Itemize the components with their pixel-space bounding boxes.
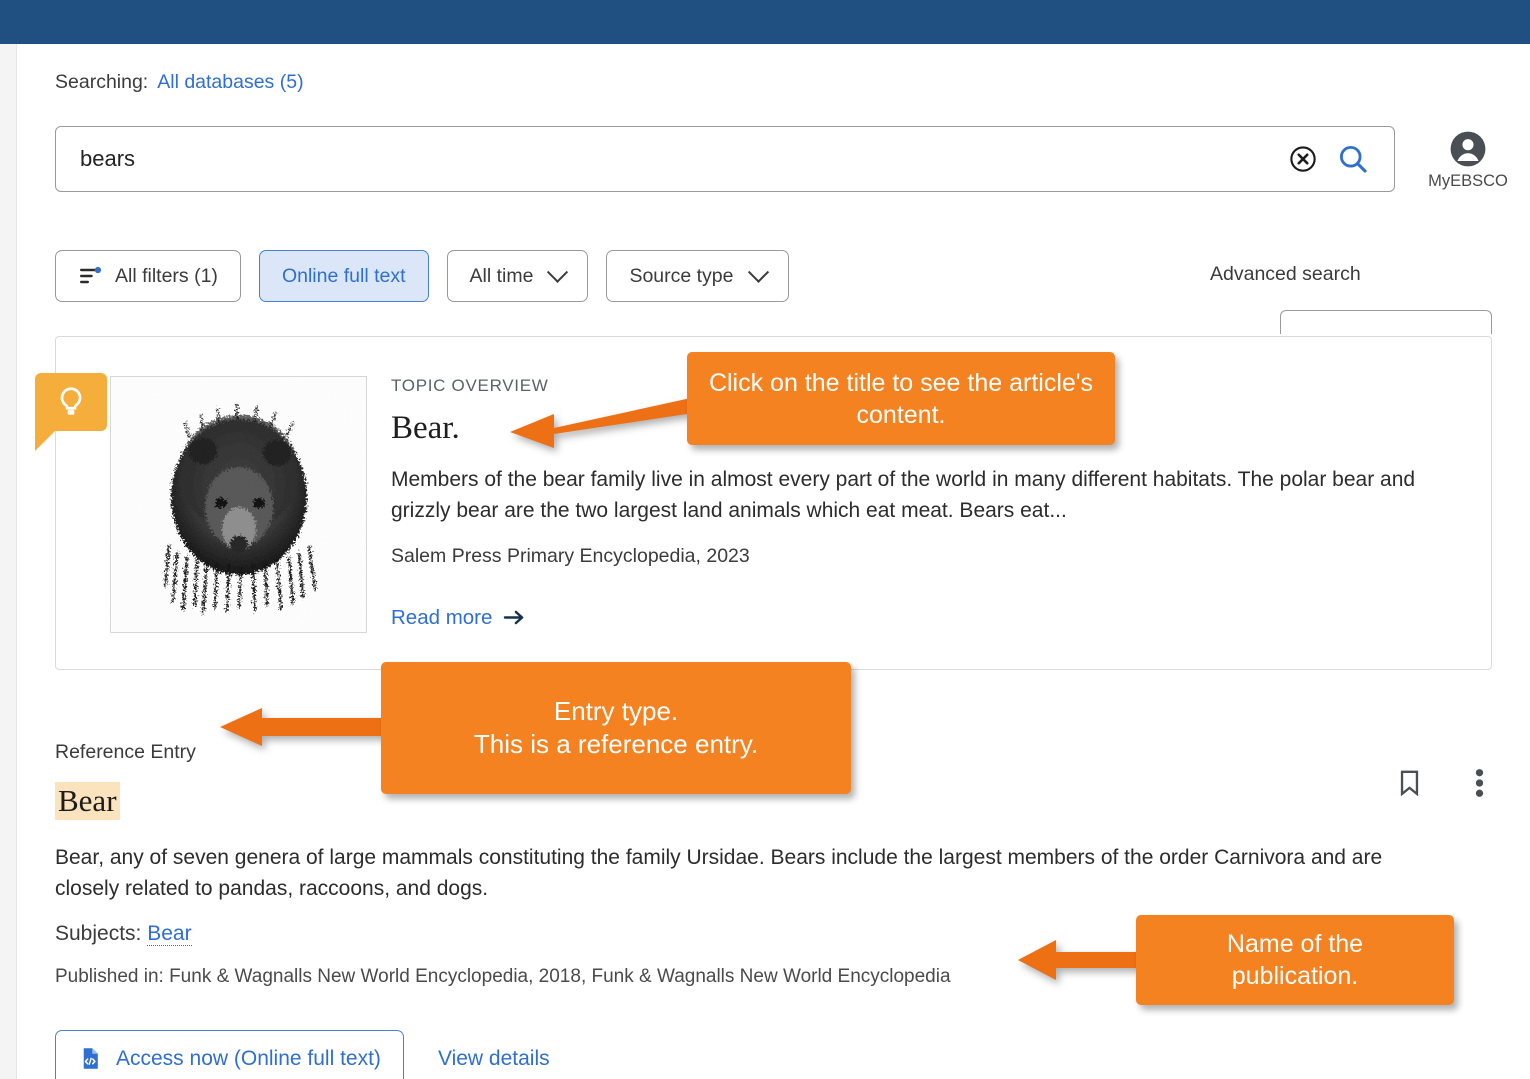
annotation-callout-publication-line1: Name of the bbox=[1226, 930, 1364, 958]
myebsco-account-button[interactable]: MyEBSCO bbox=[1412, 130, 1524, 191]
result-abstract: Bear, any of seven genera of large mamma… bbox=[55, 846, 1383, 901]
annotation-arrow-entry-type bbox=[220, 708, 387, 746]
result-tools bbox=[1392, 766, 1496, 800]
partially-visible-panel bbox=[1280, 310, 1492, 334]
result-title-link[interactable]: Bear bbox=[55, 782, 120, 820]
arrow-right-icon bbox=[504, 610, 524, 625]
ebsco-search-results-page: Searching: All databases (5) bears MyEBS… bbox=[0, 0, 1530, 1079]
access-now-button[interactable]: Access now (Online full text) bbox=[55, 1030, 404, 1079]
search-icon bbox=[1339, 145, 1367, 173]
annotation-callout-title: Click on the title to see the article's … bbox=[687, 352, 1115, 445]
access-now-label: Access now (Online full text) bbox=[116, 1046, 381, 1070]
read-more-link[interactable]: Read more bbox=[391, 606, 526, 630]
searching-scope-row: Searching: All databases (5) bbox=[55, 71, 304, 94]
source-type-filter[interactable]: Source type bbox=[606, 250, 789, 302]
bookmark-button[interactable] bbox=[1392, 766, 1426, 800]
online-full-text-label: Online full text bbox=[281, 264, 406, 287]
lightbulb-icon bbox=[60, 387, 82, 415]
filter-sliders-icon bbox=[80, 266, 102, 284]
more-vertical-icon bbox=[1475, 769, 1483, 797]
more-options-button[interactable] bbox=[1462, 766, 1496, 800]
chevron-down-icon bbox=[547, 261, 569, 283]
view-details-link[interactable]: View details bbox=[438, 1047, 550, 1071]
subjects-label: Subjects: bbox=[55, 922, 142, 946]
all-filters-label: All filters (1) bbox=[115, 264, 218, 287]
annotation-callout-publication-line2: publication. bbox=[1231, 962, 1359, 990]
document-code-icon bbox=[83, 1048, 98, 1069]
annotation-callout-entry-type-line2: This is a reference entry. bbox=[473, 729, 759, 759]
all-time-label: All time bbox=[469, 264, 534, 287]
search-input[interactable] bbox=[56, 146, 1280, 172]
topic-overview-title[interactable]: Bear. bbox=[391, 410, 460, 447]
clear-circle-icon bbox=[1290, 146, 1316, 172]
top-navigation-bar bbox=[0, 0, 1530, 44]
topic-overview-badge bbox=[35, 373, 107, 451]
search-box[interactable] bbox=[55, 126, 1395, 192]
account-avatar-icon bbox=[1450, 131, 1486, 167]
myebsco-label: MyEBSCO bbox=[1428, 172, 1508, 190]
result-action-row: Access now (Online full text) View detai… bbox=[55, 1030, 1492, 1079]
searching-label: Searching: bbox=[55, 71, 149, 93]
bookmark-icon bbox=[1400, 770, 1418, 797]
source-type-label: Source type bbox=[629, 264, 734, 287]
search-submit-button[interactable] bbox=[1330, 136, 1376, 182]
annotation-arrow-publication bbox=[1018, 940, 1148, 980]
topic-overview-description: Members of the bear family live in almos… bbox=[391, 468, 1416, 522]
bear-engraving-image bbox=[111, 377, 366, 632]
all-databases-link[interactable]: All databases (5) bbox=[157, 71, 303, 94]
all-filters-button[interactable]: All filters (1) bbox=[55, 250, 241, 302]
annotation-callout-entry-type-line1: Entry type. bbox=[553, 695, 679, 726]
filter-bar: All filters (1) Online full text All tim… bbox=[55, 250, 789, 302]
annotation-callout-publication: Name of the publication. bbox=[1136, 915, 1454, 1005]
clear-search-button[interactable] bbox=[1280, 136, 1326, 182]
advanced-search-link[interactable]: Advanced search bbox=[1210, 263, 1361, 286]
annotation-callout-entry-type: Entry type. This is a reference entry. bbox=[381, 662, 851, 794]
read-more-label: Read more bbox=[391, 605, 493, 629]
topic-thumbnail[interactable] bbox=[110, 376, 367, 633]
all-time-filter[interactable]: All time bbox=[446, 250, 589, 302]
topic-overview-source: Salem Press Primary Encyclopedia, 2023 bbox=[391, 544, 750, 567]
online-full-text-filter[interactable]: Online full text bbox=[258, 250, 429, 302]
annotation-arrow-title bbox=[510, 396, 700, 448]
subject-link-bear[interactable]: Bear bbox=[147, 922, 192, 947]
chevron-down-icon bbox=[747, 261, 769, 283]
left-gutter-strip bbox=[0, 44, 17, 1079]
